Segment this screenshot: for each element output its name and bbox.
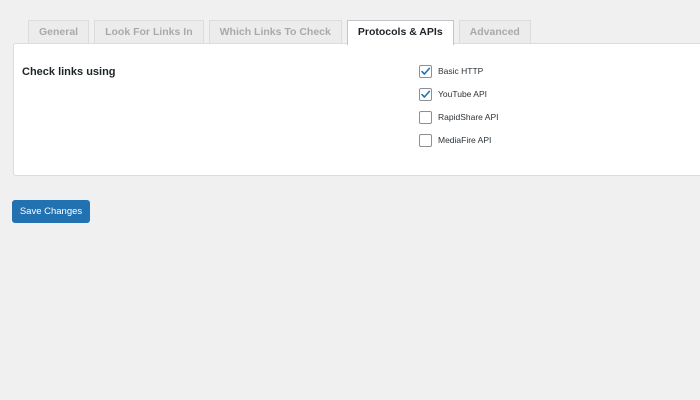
youtube-api-label: YouTube API [438,89,487,99]
option-rapidshare-api[interactable]: RapidShare API [419,110,498,124]
mediafire-api-checkbox[interactable] [419,133,432,147]
option-basic-http[interactable]: Basic HTTP [419,64,498,78]
tab-general[interactable]: General [28,20,90,44]
youtube-api-checkbox[interactable] [419,87,432,101]
mediafire-api-label: MediaFire API [438,135,492,145]
rapidshare-api-label: RapidShare API [438,112,499,122]
settings-tabs: General Look For Links In Which Links To… [28,20,531,45]
basic-http-label: Basic HTTP [438,66,484,76]
checkmark-icon [421,67,431,75]
protocol-options: Basic HTTP YouTube API RapidShare API Me… [419,64,498,156]
protocols-panel: Check links using Basic HTTP YouTube API… [13,43,700,176]
settings-page: General Look For Links In Which Links To… [0,0,700,400]
option-mediafire-api[interactable]: MediaFire API [419,133,498,147]
basic-http-checkbox[interactable] [419,64,432,78]
option-youtube-api[interactable]: YouTube API [419,87,498,101]
check-links-using-label: Check links using [22,66,116,78]
tab-which-links-to-check[interactable]: Which Links To Check [208,20,342,44]
tab-protocols-apis[interactable]: Protocols & APIs [346,20,454,45]
tab-advanced[interactable]: Advanced [458,20,531,44]
tab-look-for-links-in[interactable]: Look For Links In [94,20,204,44]
save-changes-button[interactable]: Save Changes [12,200,90,223]
rapidshare-api-checkbox[interactable] [419,110,432,124]
checkmark-icon [421,90,431,98]
